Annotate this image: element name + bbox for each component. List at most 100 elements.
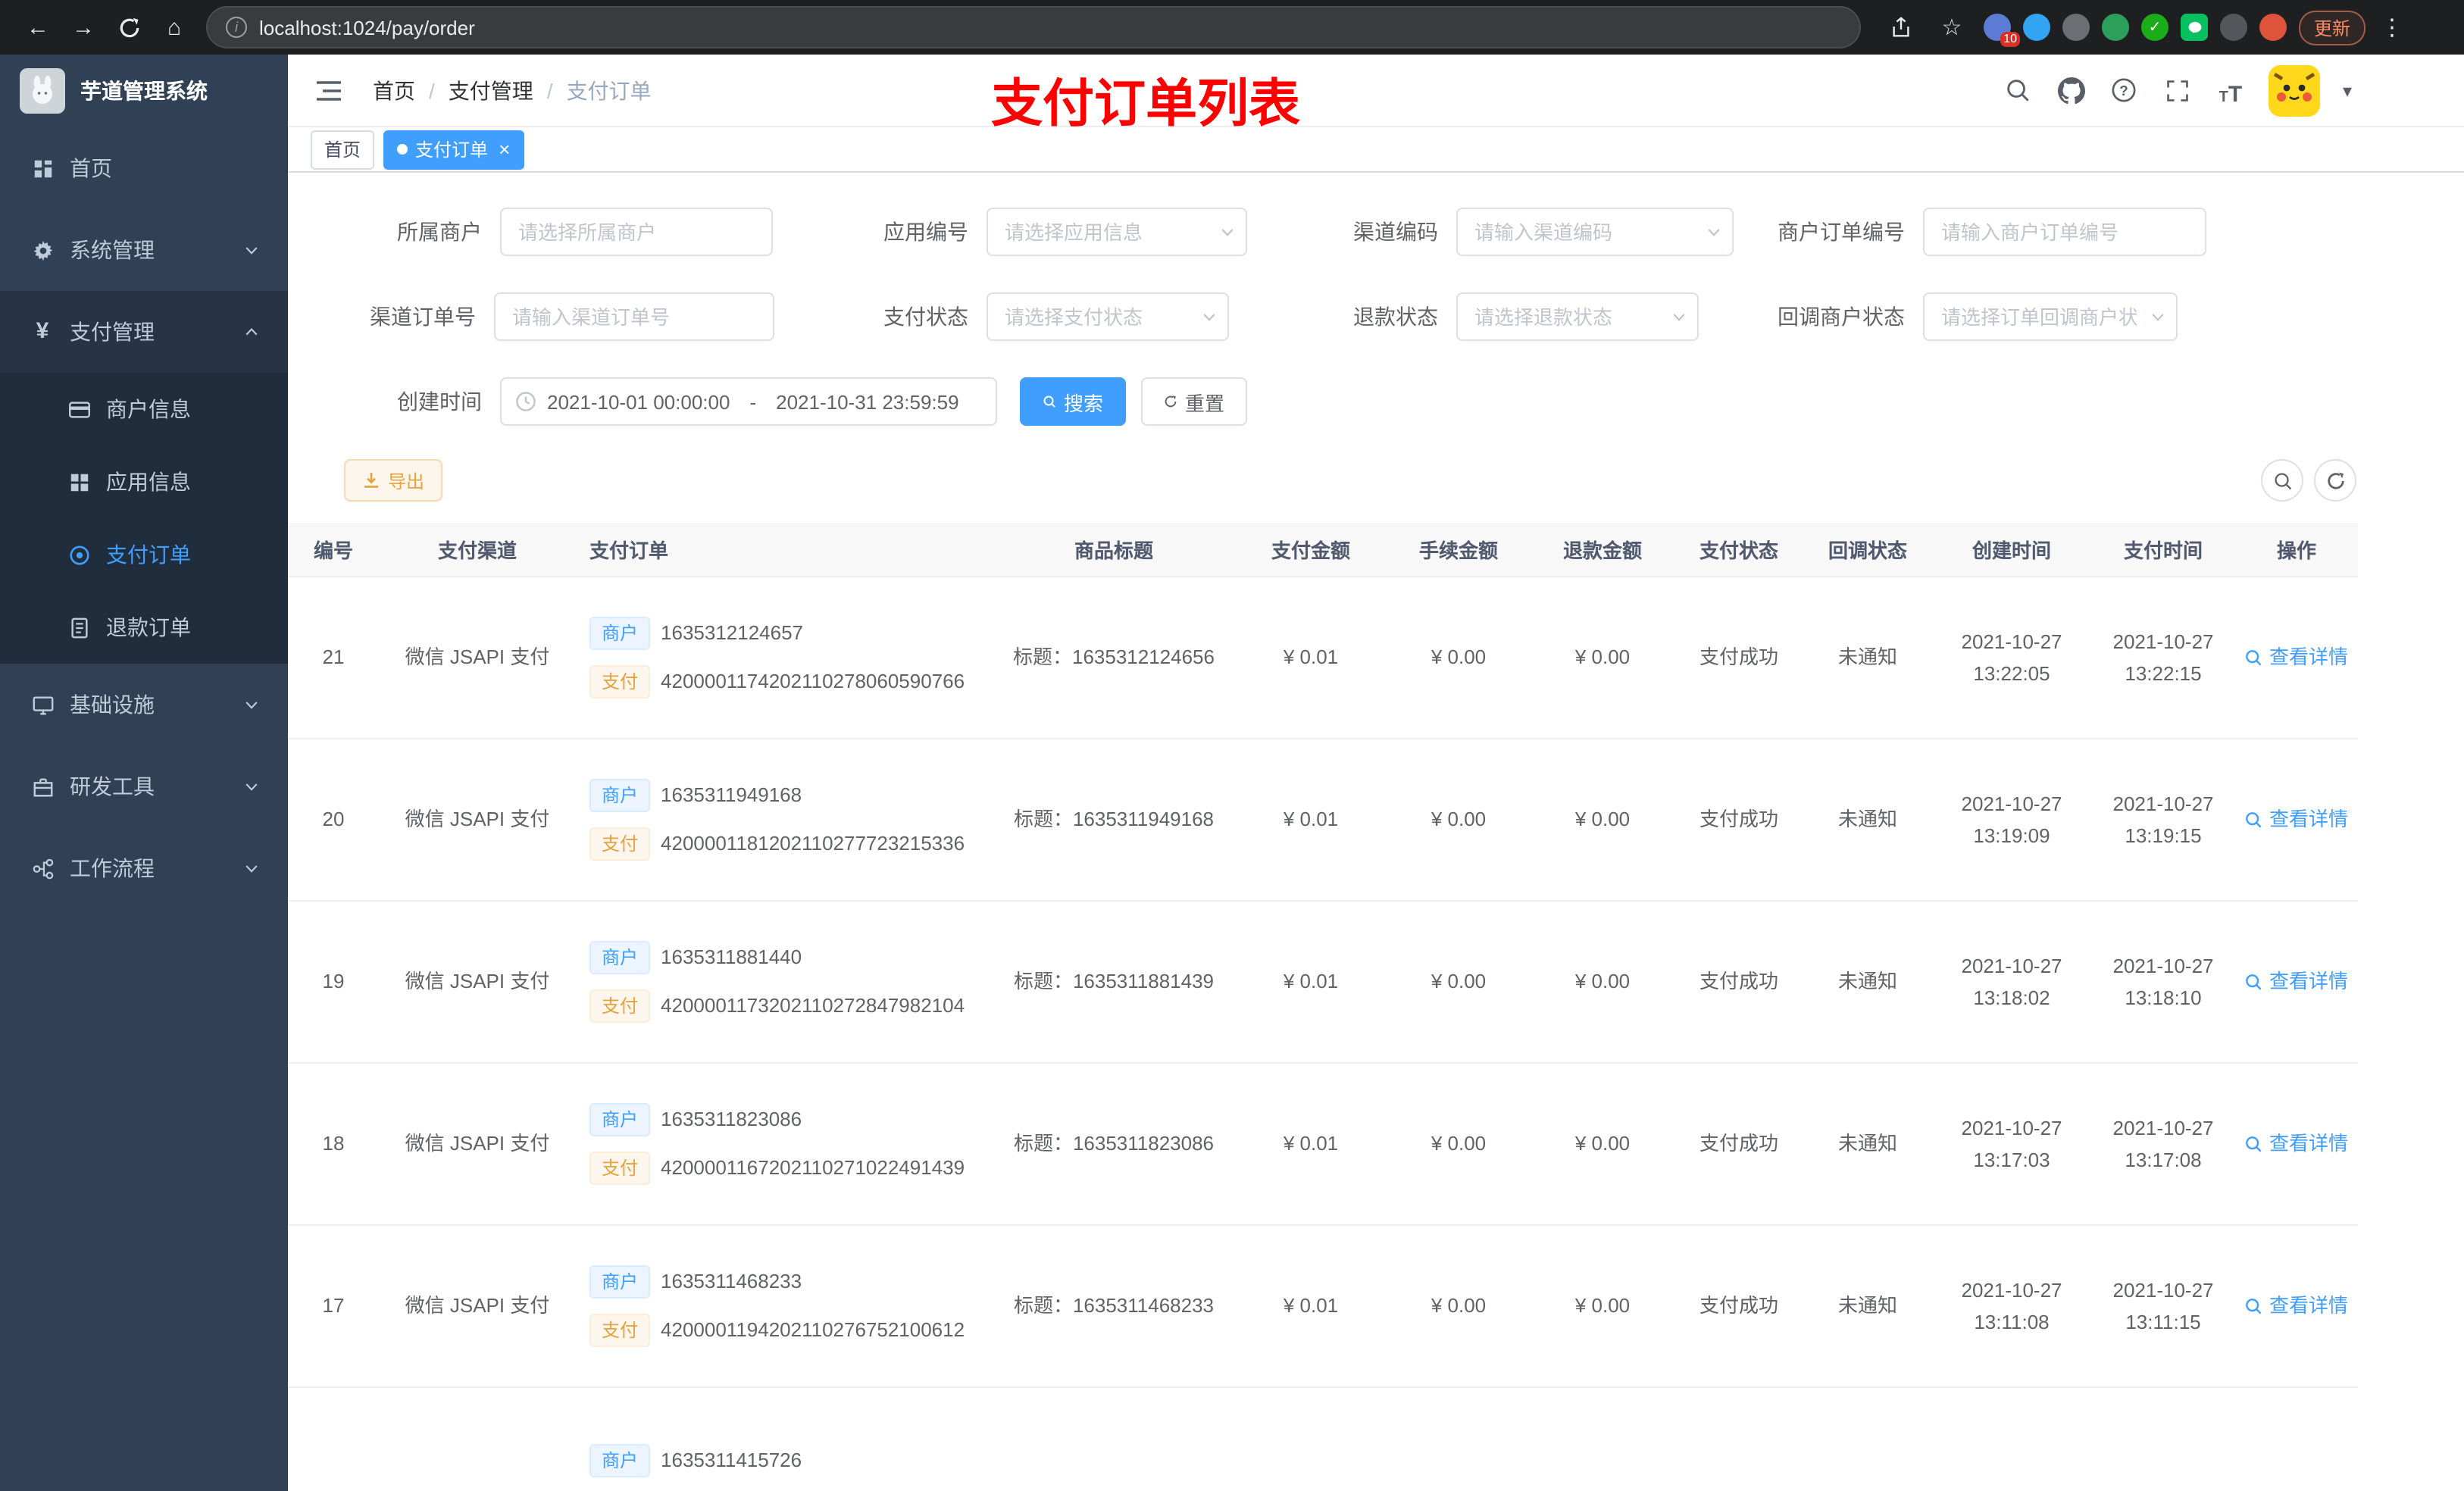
sidebar-item-devtools[interactable]: 研发工具 [0, 746, 288, 827]
url-bar[interactable]: i localhost:1024/pay/order [206, 6, 1861, 48]
sidebar-item-label: 首页 [70, 156, 112, 180]
pay-order-no: 4200001173202110272847982104 [661, 993, 965, 1017]
export-button[interactable]: 导出 [344, 459, 443, 502]
notify-status-select[interactable] [1923, 292, 2178, 341]
fullscreen-icon[interactable] [2162, 75, 2193, 105]
cell-refund: ¥ 0.00 [1574, 645, 1631, 668]
tab-home[interactable]: 首页 [311, 130, 375, 169]
browser-update-button[interactable]: 更新 [2299, 10, 2366, 45]
extension-icon-3[interactable] [2062, 14, 2090, 41]
view-detail-link[interactable]: 查看详情 [2245, 1130, 2348, 1158]
pay-tag: 支付 [589, 665, 651, 699]
cell-pay-order: 商户 1635311468233 支付 42000011942021102767… [576, 1226, 993, 1386]
sidebar-item-app-info[interactable]: 应用信息 [0, 445, 288, 518]
cell-pay-order: 商户 1635311415726 [576, 1388, 993, 1491]
breadcrumb-home[interactable]: 首页 [373, 75, 415, 105]
target-icon [67, 542, 91, 567]
navbar: 首页 / 支付管理 / 支付订单 支付订单列表 ? T T ▾ [288, 55, 2464, 133]
view-detail-link[interactable]: 查看详情 [2245, 644, 2348, 671]
reload-icon[interactable] [109, 8, 149, 47]
document-icon [67, 615, 91, 639]
sidebar-item-infra[interactable]: 基础设施 [0, 664, 288, 746]
col-header-channel: 支付渠道 [437, 539, 517, 562]
cell-pay-time [2091, 1388, 2235, 1491]
search-button[interactable]: 搜索 [1020, 377, 1126, 426]
toolbox-icon [30, 774, 55, 799]
pay-order-no: 4200001167202110271022491439 [661, 1155, 965, 1179]
refund-status-select[interactable] [1456, 292, 1699, 341]
github-icon[interactable] [2056, 75, 2087, 105]
view-detail-link[interactable]: 查看详情 [2245, 1293, 2348, 1320]
user-avatar[interactable] [2268, 64, 2320, 116]
field-label: 创建时间 [397, 389, 482, 414]
extension-icon-5[interactable]: ✓ [2141, 14, 2169, 41]
back-icon[interactable]: ← [18, 8, 58, 47]
breadcrumb-payment[interactable]: 支付管理 [449, 75, 533, 105]
col-header-action: 操作 [2276, 539, 2316, 562]
sidebar-item-workflow[interactable]: 工作流程 [0, 827, 288, 909]
cell-title: 标题：1635311468233 [1013, 1293, 1215, 1317]
cell-status: 支付成功 [1699, 969, 1778, 992]
channel-code-select[interactable] [1456, 208, 1734, 256]
sidebar-item-pay-order[interactable]: 支付订单 [0, 518, 288, 591]
text-size-icon[interactable]: TT [2215, 75, 2246, 105]
tab-pay-order[interactable]: 支付订单 × [383, 130, 524, 169]
share-icon[interactable] [1881, 8, 1920, 47]
site-info-icon[interactable]: i [226, 17, 247, 38]
sidebar-item-system[interactable]: 系统管理 [0, 209, 288, 291]
reset-button[interactable]: 重置 [1141, 377, 1247, 426]
close-icon[interactable]: × [499, 139, 510, 159]
browser-menu-icon[interactable]: ⋮ [2378, 14, 2406, 41]
sidebar-item-home[interactable]: 首页 [0, 127, 288, 209]
user-menu-caret-icon[interactable]: ▾ [2343, 80, 2352, 101]
date-range-input[interactable]: 2021-10-01 00:00:00 - 2021-10-31 23:59:5… [500, 377, 997, 426]
view-detail-link[interactable]: 查看详情 [2245, 806, 2348, 833]
cell-channel: 微信 JSAPI 支付 [405, 807, 550, 830]
help-icon[interactable]: ? [2109, 75, 2140, 105]
merchant-tag: 商户 [589, 1444, 651, 1477]
sidebar-item-refund-order[interactable]: 退款订单 [0, 591, 288, 664]
filter-app-no: 应用编号 [794, 208, 1247, 256]
cell-title [993, 1388, 1235, 1491]
cell-create-time: 2021-10-27 13:19:09 [1961, 792, 2062, 847]
extension-icon-6[interactable] [2181, 14, 2208, 41]
extension-icon-2[interactable] [2023, 14, 2050, 41]
pay-status-select[interactable] [987, 292, 1229, 341]
sidebar-item-payment[interactable]: ¥ 支付管理 [0, 291, 288, 373]
merchant-order-no: 1635311415726 [661, 1448, 802, 1471]
hamburger-icon[interactable] [312, 73, 346, 107]
sidebar-item-merchant-info[interactable]: 商户信息 [0, 373, 288, 445]
tags-view: 首页 支付订单 × [288, 127, 2464, 173]
pay-tag: 支付 [589, 1314, 651, 1347]
extension-icon-4[interactable] [2102, 14, 2129, 41]
channel-order-no-input[interactable] [494, 292, 774, 341]
cell-action: 查看详情 [2235, 1226, 2358, 1386]
home-icon[interactable]: ⌂ [155, 8, 194, 47]
merchant-tag: 商户 [589, 617, 651, 650]
search-icon[interactable] [2003, 75, 2034, 105]
refresh-button[interactable] [2314, 459, 2356, 502]
sidebar-item-label: 应用信息 [106, 470, 191, 494]
view-detail-link[interactable]: 查看详情 [2245, 968, 2348, 996]
field-label: 所属商户 [397, 220, 482, 244]
cell-create-time: 2021-10-27 13:18:02 [1961, 955, 2062, 1009]
filter-pay-status: 支付状态 [794, 292, 1229, 341]
extensions-puzzle-icon[interactable] [2220, 14, 2247, 41]
merchant-input[interactable] [500, 208, 773, 256]
forward-icon[interactable]: → [64, 8, 103, 47]
cell-create-time: 2021-10-27 13:17:03 [1961, 1117, 2062, 1171]
extension-icon-8[interactable] [2259, 14, 2287, 41]
cell-id [288, 1388, 379, 1491]
active-dot [397, 144, 408, 155]
cell-fee: ¥ 0.00 [1431, 807, 1487, 830]
cell-channel: 微信 JSAPI 支付 [405, 645, 550, 668]
extension-icon-1[interactable]: 10 [1984, 14, 2020, 47]
merchant-order-no-input[interactable] [1923, 208, 2206, 256]
app-no-select[interactable] [987, 208, 1247, 256]
bookmark-star-icon[interactable]: ☆ [1932, 8, 1972, 47]
toggle-search-button[interactable] [2261, 459, 2303, 502]
cell-amount: ¥ 0.01 [1283, 645, 1339, 668]
cell-create-time [1932, 1388, 2091, 1491]
col-header-create-time: 创建时间 [1972, 539, 2051, 562]
filter-notify-status: 回调商户状态 [1762, 292, 2178, 341]
